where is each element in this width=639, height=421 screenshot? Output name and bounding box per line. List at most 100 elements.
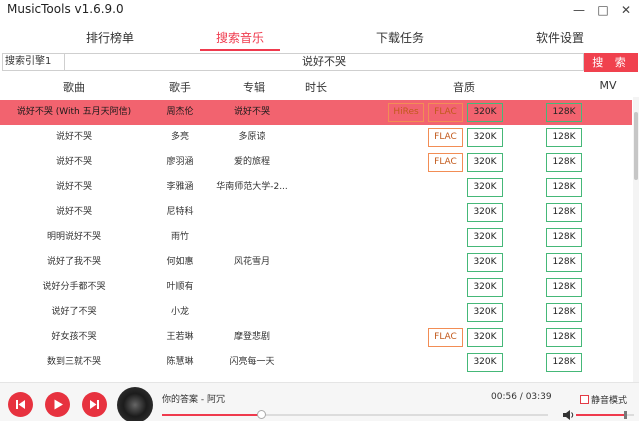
singer-name: 何如惠 bbox=[166, 257, 194, 267]
scrollbar-thumb[interactable] bbox=[634, 112, 638, 180]
play-icon bbox=[54, 399, 63, 410]
quality-320k-button[interactable]: 320K bbox=[467, 103, 503, 122]
album-name: 多原谅 bbox=[238, 132, 266, 142]
quality-128k-button[interactable]: 128K bbox=[546, 228, 582, 247]
mute-label: 静音模式 bbox=[591, 396, 628, 406]
quality-128k-button[interactable]: 128K bbox=[546, 253, 582, 272]
quality-flac-button[interactable]: FLAC bbox=[428, 103, 463, 122]
table-row[interactable]: 说好不哭 李雅涵 华南师范大学-2... 320K 128K bbox=[0, 175, 632, 200]
song-title: 说好不哭 bbox=[55, 132, 92, 142]
quality-320k-button[interactable]: 320K bbox=[467, 228, 503, 247]
previous-button[interactable] bbox=[8, 392, 33, 417]
progress-fill bbox=[162, 414, 261, 416]
mute-checkbox[interactable] bbox=[580, 395, 589, 404]
maximize-button[interactable]: □ bbox=[594, 1, 612, 19]
next-button[interactable] bbox=[82, 392, 107, 417]
song-title: 说好不哭 bbox=[55, 182, 92, 192]
quality-128k-button[interactable]: 128K bbox=[546, 328, 582, 347]
col-singer[interactable]: 歌手 bbox=[160, 79, 200, 95]
quality-128k-button[interactable]: 128K bbox=[546, 278, 582, 297]
tab-settings[interactable]: 软件设置 bbox=[500, 28, 620, 50]
tab-search-music[interactable]: 搜索音乐 bbox=[180, 28, 300, 50]
volume-icon[interactable] bbox=[563, 410, 574, 420]
album-name bbox=[212, 200, 292, 225]
album-name bbox=[212, 225, 292, 250]
volume-fill bbox=[576, 414, 626, 416]
tab-downloads[interactable]: 下载任务 bbox=[340, 28, 460, 50]
skip-previous-icon bbox=[16, 400, 25, 409]
quality-320k-button[interactable]: 320K bbox=[467, 303, 503, 322]
singer-name: 雨竹 bbox=[170, 232, 189, 242]
song-title: 说好了不哭 bbox=[51, 307, 97, 317]
app-window: MusicTools v1.6.9.0 — □ ✕ 排行榜单 搜索音乐 下载任务… bbox=[0, 0, 639, 421]
volume-slider[interactable] bbox=[576, 411, 634, 419]
active-tab-indicator bbox=[200, 49, 280, 51]
quality-320k-button[interactable]: 320K bbox=[467, 128, 503, 147]
quality-128k-button[interactable]: 128K bbox=[546, 153, 582, 172]
quality-320k-button[interactable]: 320K bbox=[467, 353, 503, 372]
song-title: 数到三就不哭 bbox=[46, 357, 101, 367]
singer-name: 王若琳 bbox=[166, 332, 194, 342]
table-row[interactable]: 说好不哭 廖羽涵 爱的旅程 FLAC 320K 128K bbox=[0, 150, 632, 175]
vertical-scrollbar[interactable] bbox=[633, 97, 639, 382]
table-row[interactable]: 说好分手都不哭 叶顺有 320K 128K bbox=[0, 275, 632, 300]
quality-320k-button[interactable]: 320K bbox=[467, 328, 503, 347]
quality-128k-button[interactable]: 128K bbox=[546, 353, 582, 372]
table-row[interactable]: 说好不哭 (With 五月天阿信) 周杰伦 说好不哭 HiRes FLAC 320K 128… bbox=[0, 100, 632, 125]
table-row[interactable]: 数到三就不哭 陈慧琳 闪亮每一天 320K 128K bbox=[0, 350, 632, 375]
singer-name: 周杰伦 bbox=[166, 107, 194, 117]
table-row[interactable]: 明明说好不哭 雨竹 320K 128K bbox=[0, 225, 632, 250]
quality-128k-button[interactable]: 128K bbox=[546, 178, 582, 197]
singer-name: 尼特科 bbox=[166, 207, 194, 217]
title-bar: MusicTools v1.6.9.0 — □ ✕ bbox=[0, 0, 639, 22]
search-engine-select[interactable]: 搜索引擎1 bbox=[2, 53, 65, 71]
album-name: 华南师范大学-2... bbox=[216, 182, 288, 192]
minimize-button[interactable]: — bbox=[570, 1, 588, 19]
col-album[interactable]: 专辑 bbox=[234, 79, 274, 95]
album-name: 爱的旅程 bbox=[233, 157, 270, 167]
search-input[interactable]: 说好不哭 bbox=[65, 53, 584, 71]
quality-128k-button[interactable]: 128K bbox=[546, 203, 582, 222]
song-title: 说好分手都不哭 bbox=[42, 282, 106, 292]
search-button[interactable]: 搜 索 bbox=[584, 53, 638, 72]
quality-320k-button[interactable]: 320K bbox=[467, 178, 503, 197]
quality-320k-button[interactable]: 320K bbox=[467, 203, 503, 222]
quality-flac-button[interactable]: FLAC bbox=[428, 328, 463, 347]
album-name: 摩登悲剧 bbox=[233, 332, 270, 342]
volume-handle[interactable] bbox=[624, 411, 628, 419]
progress-slider[interactable] bbox=[162, 410, 548, 419]
quality-128k-button[interactable]: 128K bbox=[546, 128, 582, 147]
table-row[interactable]: 说好不哭 尼特科 320K 128K bbox=[0, 200, 632, 225]
col-song[interactable]: 歌曲 bbox=[50, 79, 98, 95]
table-row[interactable]: 好女孩不哭 王若琳 摩登悲剧 FLAC 320K 128K bbox=[0, 325, 632, 350]
play-button[interactable] bbox=[45, 392, 70, 417]
quality-128k-button[interactable]: 128K bbox=[546, 303, 582, 322]
tab-charts[interactable]: 排行榜单 bbox=[50, 28, 170, 50]
album-name: 风花雪月 bbox=[233, 257, 270, 267]
col-mv: MV bbox=[599, 79, 617, 92]
quality-flac-button[interactable]: FLAC bbox=[428, 128, 463, 147]
quality-320k-button[interactable]: 320K bbox=[467, 278, 503, 297]
table-header: 歌曲 歌手 专辑 时长 音质 MV bbox=[0, 79, 632, 97]
singer-name: 廖羽涵 bbox=[166, 157, 194, 167]
quality-128k-button[interactable]: 128K bbox=[546, 103, 582, 122]
search-bar: 搜索引擎1 说好不哭 搜 索 bbox=[0, 53, 639, 73]
table-row[interactable]: 说好了我不哭 何如惠 风花雪月 320K 128K bbox=[0, 250, 632, 275]
song-title: 说好不哭 bbox=[55, 207, 92, 217]
col-quality: 音质 bbox=[453, 81, 475, 94]
quality-flac-button[interactable]: FLAC bbox=[428, 153, 463, 172]
song-title: 明明说好不哭 bbox=[46, 232, 101, 242]
quality-320k-button[interactable]: 320K bbox=[467, 153, 503, 172]
table-row[interactable]: 说好了不哭 小龙 320K 128K bbox=[0, 300, 632, 325]
album-cover[interactable] bbox=[117, 387, 153, 421]
close-button[interactable]: ✕ bbox=[617, 1, 635, 19]
table-row[interactable]: 说好不哭 多亮 多原谅 FLAC 320K 128K bbox=[0, 125, 632, 150]
results-table: 说好不哭 (With 五月天阿信) 周杰伦 说好不哭 HiRes FLAC 320K 128… bbox=[0, 100, 632, 382]
main-tabs: 排行榜单 搜索音乐 下载任务 软件设置 bbox=[0, 28, 639, 52]
app-title: MusicTools v1.6.9.0 bbox=[7, 2, 124, 16]
quality-hires-button[interactable]: HiRes bbox=[388, 103, 424, 122]
quality-320k-button[interactable]: 320K bbox=[467, 253, 503, 272]
progress-handle[interactable] bbox=[256, 410, 266, 419]
col-duration[interactable]: 时长 bbox=[296, 79, 336, 95]
song-title: 好女孩不哭 bbox=[51, 332, 97, 342]
